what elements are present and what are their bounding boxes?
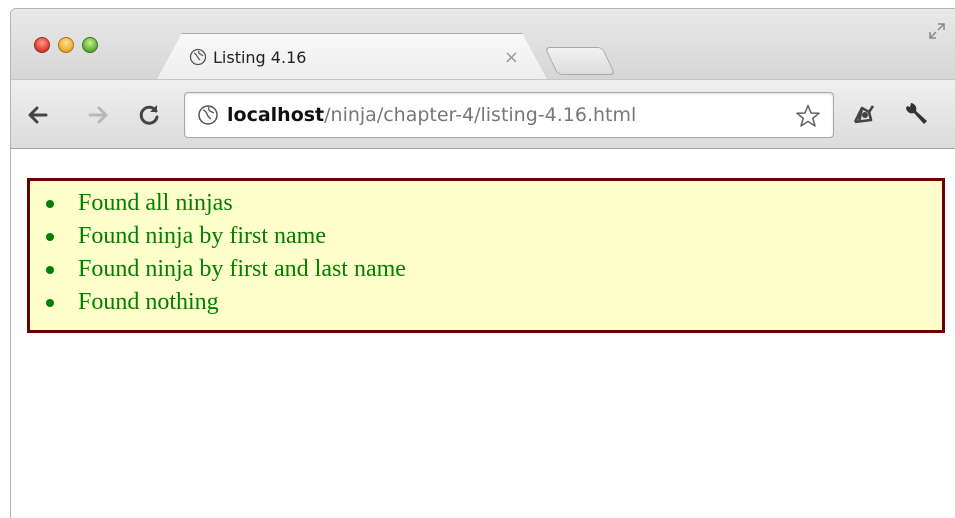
list-item: Found all ninjas <box>46 187 942 220</box>
list-item: Found ninja by first name <box>46 220 942 253</box>
bullet-icon <box>46 199 54 208</box>
list-item: Found ninja by first and last name <box>46 253 942 286</box>
globe-icon <box>197 104 219 126</box>
globe-icon <box>189 48 207 66</box>
results-box: Found all ninjas Found ninja by first na… <box>27 178 945 333</box>
minimize-window-button[interactable] <box>58 37 74 53</box>
tab-title: Listing 4.16 <box>213 47 307 67</box>
extension-icon[interactable] <box>849 100 879 130</box>
new-tab-button[interactable] <box>544 47 616 75</box>
address-bar[interactable]: localhost/ninja/chapter-4/listing-4.16.h… <box>184 92 834 138</box>
tab-listing[interactable]: Listing 4.16 × <box>156 33 548 81</box>
reload-icon[interactable] <box>136 102 162 128</box>
browser-toolbar: localhost/ninja/chapter-4/listing-4.16.h… <box>11 79 955 149</box>
star-icon[interactable] <box>795 103 821 129</box>
bullet-icon <box>46 265 54 274</box>
page-content: Found all ninjas Found ninja by first na… <box>11 150 955 518</box>
close-window-button[interactable] <box>34 37 50 53</box>
arrow-right-icon[interactable] <box>85 102 111 128</box>
list-item-text: Found ninja by first name <box>78 223 326 249</box>
tab-strip: Listing 4.16 × <box>11 9 955 79</box>
wrench-icon[interactable] <box>901 100 931 130</box>
results-list: Found all ninjas Found ninja by first na… <box>30 181 942 319</box>
zoom-window-button[interactable] <box>82 37 98 53</box>
url-text: localhost/ninja/chapter-4/listing-4.16.h… <box>227 104 636 126</box>
browser-window: Listing 4.16 × localhost/ninja/chapter-4… <box>10 8 955 518</box>
expand-icon[interactable] <box>927 21 947 41</box>
list-item-text: Found all ninjas <box>78 190 233 216</box>
list-item-text: Found nothing <box>78 289 219 315</box>
list-item-text: Found ninja by first and last name <box>78 256 406 282</box>
arrow-left-icon[interactable] <box>25 102 51 128</box>
tab-close-icon[interactable]: × <box>504 47 519 68</box>
bullet-icon <box>46 232 54 241</box>
url-host: localhost <box>227 104 325 126</box>
bullet-icon <box>46 298 54 307</box>
list-item: Found nothing <box>46 286 942 319</box>
url-path: /ninja/chapter-4/listing-4.16.html <box>324 104 637 126</box>
